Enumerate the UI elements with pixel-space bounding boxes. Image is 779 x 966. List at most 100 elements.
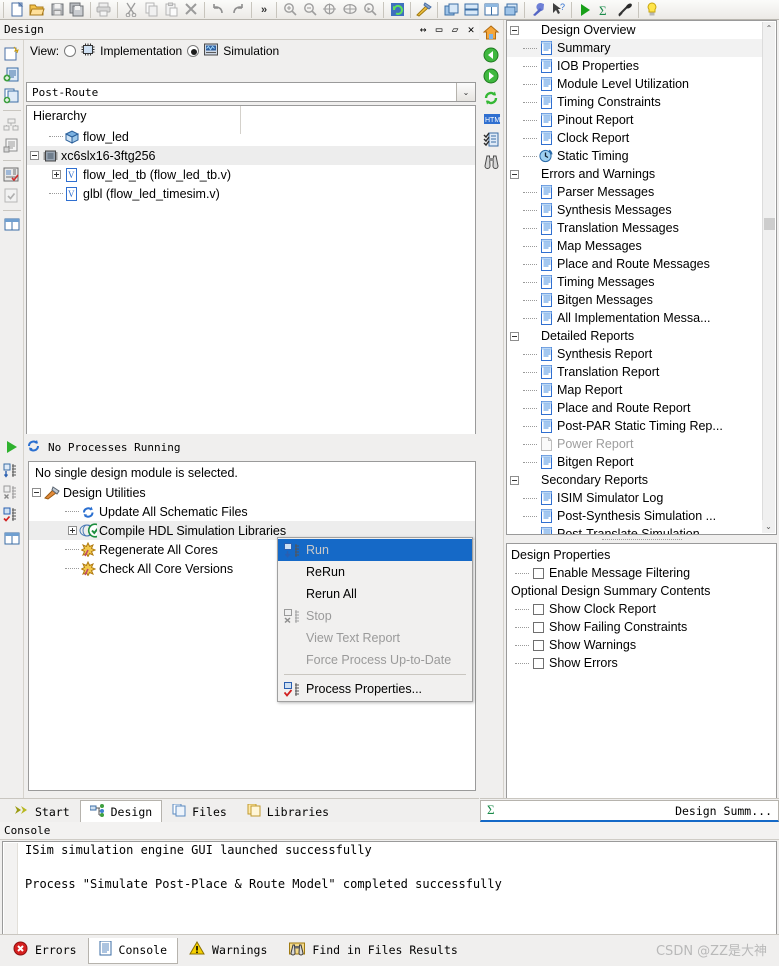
collapse-icon[interactable] <box>507 475 521 485</box>
summary-tree-row[interactable]: Translation Report <box>507 363 762 381</box>
open-folder-icon[interactable] <box>27 1 47 19</box>
menu-item-rerun[interactable]: ReRun <box>278 561 472 583</box>
forward-icon[interactable] <box>482 66 502 86</box>
simulation-stage-combo[interactable]: Post-Route ⌄ <box>26 82 476 102</box>
tab-console[interactable]: Console <box>87 937 179 964</box>
property-row[interactable]: Show Errors <box>507 654 776 672</box>
refresh-icon[interactable] <box>387 1 407 19</box>
tab-warnings[interactable]: Warnings <box>178 938 278 964</box>
spyglass-icon[interactable] <box>615 1 635 19</box>
sum-icon[interactable]: Σ <box>595 1 615 19</box>
property-row[interactable]: Show Warnings <box>507 636 776 654</box>
hierarchy-tree[interactable]: Hierarchy flow_led xc6slx16-3ftg256 Vflow_… <box>26 105 476 450</box>
stop-icon[interactable] <box>2 483 22 503</box>
html-icon[interactable]: HTML <box>482 109 502 129</box>
collapse-icon[interactable] <box>507 25 521 35</box>
panel-float-icon[interactable]: ▱ <box>447 23 463 36</box>
checkbox[interactable] <box>533 621 544 633</box>
summary-tree-row[interactable]: Power Report <box>507 435 762 453</box>
collapse-icon[interactable] <box>507 169 521 179</box>
summary-tree-row[interactable]: Post-PAR Static Timing Rep... <box>507 417 762 435</box>
tab-files[interactable]: Files <box>162 800 237 822</box>
summary-tree-row[interactable]: Bitgen Messages <box>507 291 762 309</box>
panel-stack-icon[interactable] <box>501 1 521 19</box>
summary-tree-row[interactable]: Synthesis Report <box>507 345 762 363</box>
whats-this-icon[interactable]: ? <box>548 1 568 19</box>
tab-design[interactable]: Design <box>79 800 163 822</box>
summary-tree-row[interactable]: Post-Synthesis Simulation ... <box>507 507 762 525</box>
property-row[interactable]: Show Clock Report <box>507 600 776 618</box>
summary-tree-row[interactable]: Place and Route Report <box>507 399 762 417</box>
scroll-thumb[interactable] <box>764 218 775 230</box>
checkbox[interactable] <box>533 639 544 651</box>
design-goals-icon[interactable] <box>2 165 22 185</box>
collapse-icon[interactable] <box>29 488 43 497</box>
summary-tree-row[interactable]: Clock Report <box>507 129 762 147</box>
summary-tree-row[interactable]: ISIM Simulator Log <box>507 489 762 507</box>
panel-maximize-icon[interactable]: ▭ <box>431 23 447 36</box>
new-source-icon[interactable] <box>2 44 22 64</box>
view-panel-icon[interactable] <box>2 215 22 235</box>
tab-find-in-files[interactable]: Find in Files Results <box>278 938 468 964</box>
process-context-menu[interactable]: Run ReRun Rerun All Stop View Text Report For… <box>277 537 473 702</box>
hierarchy-row[interactable]: Vflow_led_tb (flow_led_tb.v) <box>27 165 475 184</box>
save-icon[interactable] <box>47 1 67 19</box>
simulation-label[interactable]: Simulation <box>223 44 279 58</box>
implementation-label[interactable]: Implementation <box>100 44 182 58</box>
menu-item-process-properties[interactable]: Process Properties... <box>278 678 472 700</box>
chevron-down-icon[interactable]: ⌄ <box>456 83 475 101</box>
summary-tree-row[interactable]: Detailed Reports <box>507 327 762 345</box>
save-all-icon[interactable] <box>67 1 87 19</box>
console-output[interactable]: ISim simulation engine GUI launched succ… <box>2 841 777 939</box>
add-source-icon[interactable] <box>2 65 22 85</box>
add-copy-source-icon[interactable] <box>2 86 22 106</box>
new-file-icon[interactable] <box>7 1 27 19</box>
property-row[interactable]: Enable Message Filtering <box>507 564 776 582</box>
panel-split-icon[interactable] <box>461 1 481 19</box>
implement-top-module-icon[interactable] <box>2 461 22 481</box>
process-row[interactable]: Update All Schematic Files <box>29 502 475 521</box>
panel-columns-icon[interactable] <box>481 1 501 19</box>
summary-tree-row[interactable]: Module Level Utilization <box>507 75 762 93</box>
summary-tree-row[interactable]: Errors and Warnings <box>507 165 762 183</box>
tab-design-summary[interactable]: Σ Design Summ... <box>480 800 779 822</box>
summary-tree-row[interactable]: All Implementation Messa... <box>507 309 762 327</box>
binoculars-icon[interactable] <box>482 151 502 171</box>
hierarchy-row[interactable]: xc6slx16-3ftg256 <box>27 146 475 165</box>
tab-errors[interactable]: Errors <box>2 938 88 964</box>
refresh-icon[interactable] <box>482 88 502 108</box>
summary-tree-row[interactable]: Secondary Reports <box>507 471 762 489</box>
collapse-icon[interactable] <box>507 331 521 341</box>
expand-icon[interactable] <box>49 170 63 179</box>
checkbox[interactable] <box>533 657 544 669</box>
tab-libraries[interactable]: Libraries <box>237 800 339 822</box>
toolbar-more-chevron-icon[interactable]: » <box>255 4 273 16</box>
summary-tree-row[interactable]: Post-Translate Simulation <box>507 525 762 534</box>
summary-tree-row[interactable]: Bitgen Report <box>507 453 762 471</box>
summary-tree-scrollbar[interactable]: ⌃ <box>762 22 775 533</box>
summary-tree-row[interactable]: Synthesis Messages <box>507 201 762 219</box>
process-row[interactable]: Design Utilities <box>29 483 475 502</box>
summary-tree-row[interactable]: Pinout Report <box>507 111 762 129</box>
report-list-icon[interactable] <box>482 130 502 150</box>
scroll-up-button[interactable]: ⌃ <box>763 22 775 35</box>
view-panel-icon[interactable] <box>2 529 22 549</box>
summary-tree-row[interactable]: Timing Constraints <box>507 93 762 111</box>
design-summary-tree[interactable]: Design Overview Summary IOB Properties Modu… <box>506 20 777 535</box>
summary-tree-row[interactable]: Static Timing <box>507 147 762 165</box>
expand-icon[interactable] <box>65 526 79 535</box>
property-row[interactable]: Show Failing Constraints <box>507 618 776 636</box>
panel-resize-icon[interactable]: ↔ <box>415 23 431 36</box>
scroll-down-button[interactable]: ⌄ <box>762 520 775 533</box>
summary-tree-row[interactable]: IOB Properties <box>507 57 762 75</box>
summary-tree-row[interactable]: Design Overview <box>507 21 762 39</box>
wrench-icon[interactable] <box>528 1 548 19</box>
summary-tree-row[interactable]: Parser Messages <box>507 183 762 201</box>
summary-tree-row[interactable]: Place and Route Messages <box>507 255 762 273</box>
summary-tree-row[interactable]: Summary <box>507 39 762 57</box>
hammer-icon[interactable] <box>414 1 434 19</box>
simulation-radio[interactable] <box>187 44 200 57</box>
menu-item-rerun-all[interactable]: Rerun All <box>278 583 472 605</box>
home-icon[interactable] <box>482 23 502 43</box>
checkbox[interactable] <box>533 567 544 579</box>
